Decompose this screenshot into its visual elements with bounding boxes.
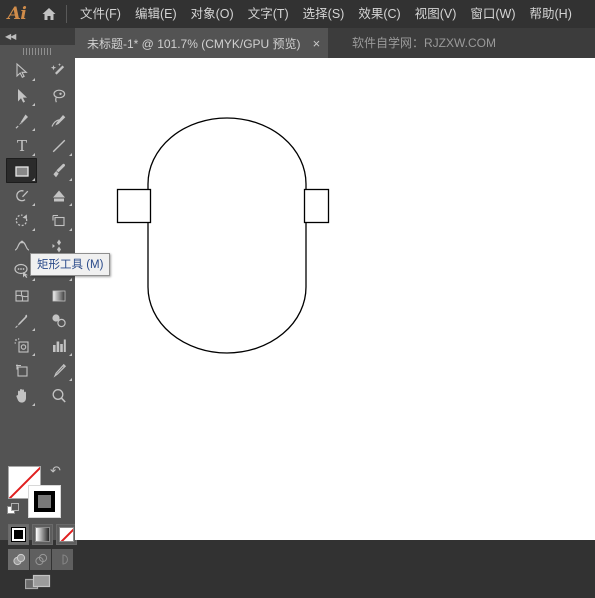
shaper-tool-icon[interactable] <box>6 183 37 208</box>
right-ear-rectangle[interactable] <box>303 188 330 224</box>
toolbar-collapse-button[interactable]: ◀◀ <box>0 28 75 45</box>
change-screen-mode-icon[interactable] <box>24 574 51 598</box>
hand-tool-icon[interactable] <box>6 383 37 408</box>
gradient-mode-button[interactable] <box>32 524 53 545</box>
lasso-tool-icon[interactable] <box>43 83 74 108</box>
document-tab[interactable]: 未标题-1* @ 101.7% (CMYK/GPU 预览) × <box>75 28 329 58</box>
stroke-swatch-inner <box>34 491 55 512</box>
fill-stroke-controls: ↶ <box>0 460 77 598</box>
symbol-sprayer-tool-icon[interactable] <box>6 333 37 358</box>
curvature-tool-icon[interactable] <box>43 108 74 133</box>
color-mode-buttons <box>8 524 80 545</box>
document-tab-bar: 未标题-1* @ 101.7% (CMYK/GPU 预览) × 软件自学网：RJ… <box>0 28 595 58</box>
menu-select[interactable]: 选择(S) <box>296 0 352 28</box>
menu-edit[interactable]: 编辑(E) <box>128 0 184 28</box>
swap-fill-stroke-icon[interactable]: ↶ <box>50 464 61 477</box>
menu-window[interactable]: 窗口(W) <box>463 0 522 28</box>
svg-text:T: T <box>16 137 26 155</box>
rounded-body-shape[interactable] <box>147 117 307 354</box>
eyedropper-tool-icon[interactable] <box>6 308 37 333</box>
direct-selection-tool-icon[interactable] <box>6 83 37 108</box>
pen-tool-icon[interactable] <box>6 108 37 133</box>
illustrator-window: Ai 文件(F) 编辑(E) 对象(O) 文字(T) 选择(S) 效果(C) 视… <box>0 0 595 590</box>
artboard-tool-icon[interactable] <box>6 358 37 383</box>
menu-effect[interactable]: 效果(C) <box>351 0 407 28</box>
toolbar-drag-handle[interactable] <box>0 45 75 58</box>
tool-tooltip: 矩形工具 (M) <box>30 253 111 276</box>
draw-normal-button[interactable] <box>8 549 29 570</box>
menu-type[interactable]: 文字(T) <box>241 0 296 28</box>
artwork-svg <box>116 117 330 354</box>
chevron-left-double-icon: ◀◀ <box>5 31 16 41</box>
watermark-text: 软件自学网：RJZXW.COM <box>352 36 496 50</box>
menu-bar: Ai 文件(F) 编辑(E) 对象(O) 文字(T) 选择(S) 效果(C) 视… <box>0 0 595 28</box>
menu-object[interactable]: 对象(O) <box>184 0 241 28</box>
line-segment-tool-icon[interactable] <box>43 133 74 158</box>
mesh-tool-icon[interactable] <box>6 283 37 308</box>
tools-panel: T 矩形工具 (M) ↶ <box>0 58 111 590</box>
menu-divider <box>66 5 67 23</box>
none-mode-button[interactable] <box>56 524 77 545</box>
grip-dots-icon <box>22 48 53 55</box>
menu-file[interactable]: 文件(F) <box>73 0 128 28</box>
zoom-tool-icon[interactable] <box>43 383 74 408</box>
gradient-tool-icon[interactable] <box>43 283 74 308</box>
paintbrush-tool-icon[interactable] <box>43 158 74 183</box>
color-mode-button[interactable] <box>8 524 29 545</box>
tool-grid: T <box>0 58 75 408</box>
rotate-tool-icon[interactable] <box>6 208 37 233</box>
close-icon[interactable]: × <box>313 37 321 50</box>
menu-help[interactable]: 帮助(H) <box>523 0 579 28</box>
draw-behind-button[interactable] <box>30 549 51 570</box>
home-icon[interactable] <box>34 0 64 28</box>
selection-tool-icon[interactable] <box>6 58 37 83</box>
menu-view[interactable]: 视图(V) <box>408 0 464 28</box>
solid-color-icon <box>11 527 26 542</box>
drawing-mode-buttons <box>8 549 74 570</box>
shape-builder-tool-icon[interactable] <box>43 183 74 208</box>
document-tab-title: 未标题-1* @ 101.7% (CMYK/GPU 预览) <box>87 36 301 51</box>
column-graph-tool-icon[interactable] <box>43 333 74 358</box>
canvas-area[interactable] <box>75 58 595 540</box>
default-fill-stroke-icon[interactable] <box>7 503 20 521</box>
type-tool-icon[interactable]: T <box>6 133 37 158</box>
blend-tool-icon[interactable] <box>43 308 74 333</box>
ai-logo-icon: Ai <box>7 4 27 24</box>
rectangle-tool-icon[interactable] <box>6 158 37 183</box>
stroke-swatch[interactable] <box>28 485 61 518</box>
slice-tool-icon[interactable] <box>43 358 74 383</box>
draw-inside-button[interactable] <box>52 549 73 570</box>
free-transform-tool-icon[interactable] <box>43 208 74 233</box>
magic-wand-tool-icon[interactable] <box>43 58 74 83</box>
left-ear-rectangle[interactable] <box>116 188 152 224</box>
